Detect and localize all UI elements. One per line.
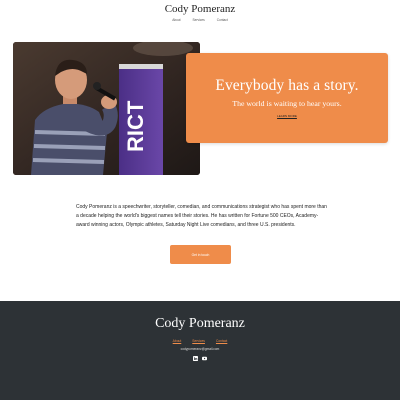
footer-link-about[interactable]: About: [173, 339, 182, 343]
site-title[interactable]: Cody Pomeranz: [0, 3, 400, 15]
footer-social: [0, 356, 400, 361]
footer-link-contact[interactable]: Contact: [216, 339, 227, 343]
nav-link-contact[interactable]: Contact: [217, 18, 228, 22]
footer-nav: About Services Contact: [0, 339, 400, 343]
bio-paragraph: Cody Pomeranz is a speechwriter, storyte…: [76, 204, 327, 229]
hero-card: Everybody has a story. The world is wait…: [186, 53, 388, 143]
hero-subheadline: The world is waiting to hear yours.: [232, 99, 342, 108]
top-nav: About Services Contact: [0, 18, 400, 22]
hero-photo: RICT: [13, 42, 200, 175]
get-in-touch-button[interactable]: Get in touch: [170, 245, 231, 264]
nav-link-services[interactable]: Services: [193, 18, 205, 22]
footer-email[interactable]: codypomeranz@gmail.com: [0, 347, 400, 351]
banner-text: RICT: [123, 100, 148, 152]
hero-headline: Everybody has a story.: [215, 77, 359, 94]
footer-title[interactable]: Cody Pomeranz: [0, 316, 400, 332]
linkedin-icon[interactable]: [193, 356, 198, 361]
footer-link-services[interactable]: Services: [192, 339, 205, 343]
learn-more-link[interactable]: LEARN MORE: [186, 114, 388, 118]
footer: Cody Pomeranz About Services Contact cod…: [0, 301, 400, 400]
nav-link-about[interactable]: About: [172, 18, 180, 22]
youtube-icon[interactable]: [202, 356, 207, 361]
